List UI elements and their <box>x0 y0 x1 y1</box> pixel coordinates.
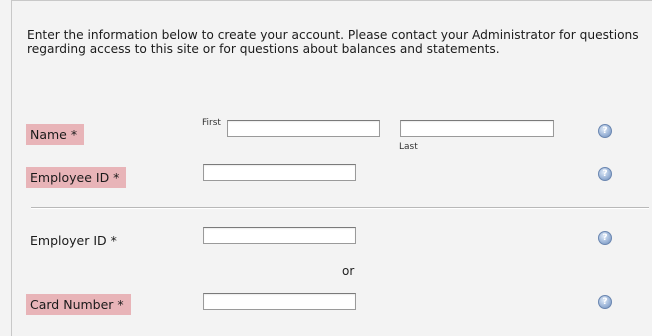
name-label: Name * <box>26 124 85 145</box>
employer-id-input[interactable] <box>203 227 356 244</box>
first-name-input[interactable] <box>227 120 380 137</box>
employee-id-label: Employee ID * <box>26 167 127 188</box>
account-form-panel: Enter the information below to create yo… <box>11 0 652 336</box>
employee-id-help-icon[interactable]: ? <box>598 167 612 181</box>
intro-text: Enter the information below to create yo… <box>27 28 639 56</box>
name-help-icon[interactable]: ? <box>598 124 612 138</box>
first-name-caption: First <box>202 118 221 128</box>
employee-id-input[interactable] <box>203 164 356 181</box>
employer-id-help-icon[interactable]: ? <box>598 231 612 245</box>
or-separator-text: or <box>342 264 355 278</box>
last-name-input[interactable] <box>400 120 554 137</box>
card-number-help-icon[interactable]: ? <box>598 295 612 309</box>
last-name-caption: Last <box>399 142 418 152</box>
employer-id-label: Employer ID * <box>30 233 117 248</box>
section-divider <box>31 207 649 209</box>
card-number-label: Card Number * <box>26 294 131 315</box>
card-number-input[interactable] <box>203 293 356 310</box>
